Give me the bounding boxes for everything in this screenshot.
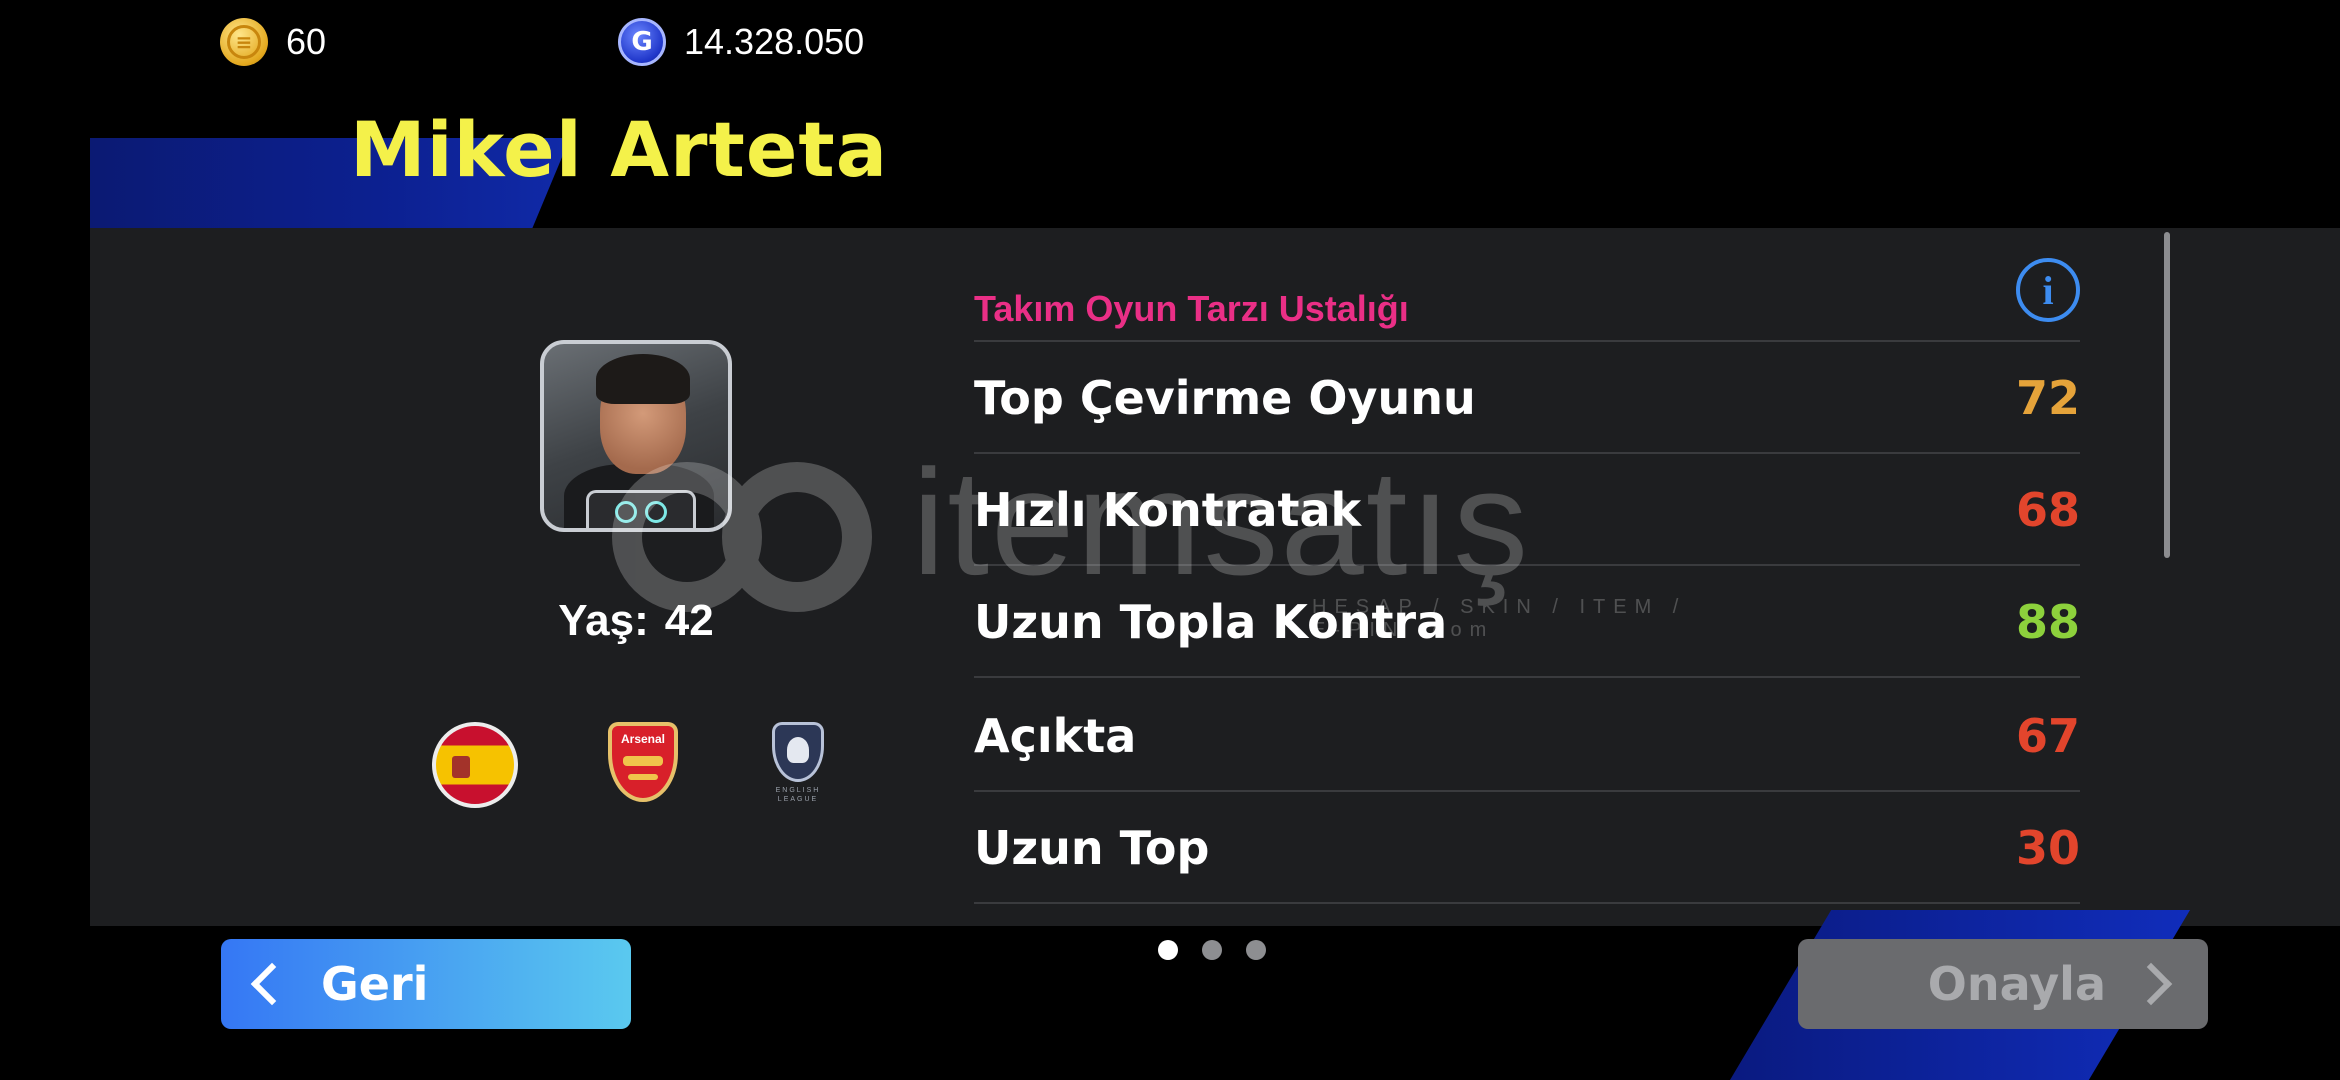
coins-display: ≡ 60 <box>220 18 326 66</box>
stats-title: Takım Oyun Tarzı Ustalığı <box>974 288 1409 329</box>
gp-coin-icon: G <box>618 18 666 66</box>
stat-name: Açıkta <box>974 709 1137 763</box>
stat-name: Hızlı Kontratak <box>974 483 1362 537</box>
spain-flag-icon <box>432 722 518 808</box>
stat-row: Uzun Topla Kontra 88 <box>974 566 2080 678</box>
page-indicator <box>1158 940 1266 960</box>
info-icon[interactable]: i <box>2016 258 2080 322</box>
coach-badge-icon <box>586 490 696 528</box>
back-button-label: Geri <box>321 957 429 1011</box>
chevron-right-icon <box>2129 962 2173 1006</box>
arsenal-crest-icon: Arsenal <box>600 722 686 808</box>
coach-name: Mikel Arteta <box>350 105 889 194</box>
stat-value: 67 <box>2015 709 2080 763</box>
gp-display: G 14.328.050 <box>618 18 864 66</box>
coins-value: 60 <box>286 21 327 62</box>
stat-row: Top Çevirme Oyunu 72 <box>974 342 2080 454</box>
confirm-button[interactable]: Onayla <box>1798 939 2208 1029</box>
chevron-left-icon <box>250 962 294 1006</box>
age-value: 42 <box>664 596 714 645</box>
stat-name: Top Çevirme Oyunu <box>974 371 1476 425</box>
stats-scrollbar[interactable] <box>2164 232 2170 558</box>
page-dot[interactable] <box>1202 940 1222 960</box>
stat-row: Açıkta 67 <box>974 680 2080 792</box>
age-label: Yaş: <box>558 596 649 645</box>
stat-value: 88 <box>2015 595 2080 649</box>
stat-name: Uzun Topla Kontra <box>974 595 1448 649</box>
english-league-icon: ENGLISH LEAGUE <box>758 722 838 808</box>
confirm-button-label: Onayla <box>1927 957 2106 1011</box>
stat-row: Uzun Top 30 <box>974 792 2080 904</box>
stat-value: 68 <box>2015 483 2080 537</box>
stats-header: Takım Oyun Tarzı Ustalığı i <box>974 258 2080 342</box>
stat-name: Uzun Top <box>974 821 1210 875</box>
coach-portrait <box>540 340 732 532</box>
back-button[interactable]: Geri <box>221 939 631 1029</box>
gp-value: 14.328.050 <box>684 21 865 62</box>
coach-age: Yaş: 42 <box>540 596 732 646</box>
page-dot[interactable] <box>1246 940 1266 960</box>
stat-value: 72 <box>2015 371 2080 425</box>
efootball-coin-icon: ≡ <box>220 18 268 66</box>
page-dot[interactable] <box>1158 940 1178 960</box>
stat-value: 30 <box>2015 821 2080 875</box>
stat-row: Hızlı Kontratak 68 <box>974 454 2080 566</box>
